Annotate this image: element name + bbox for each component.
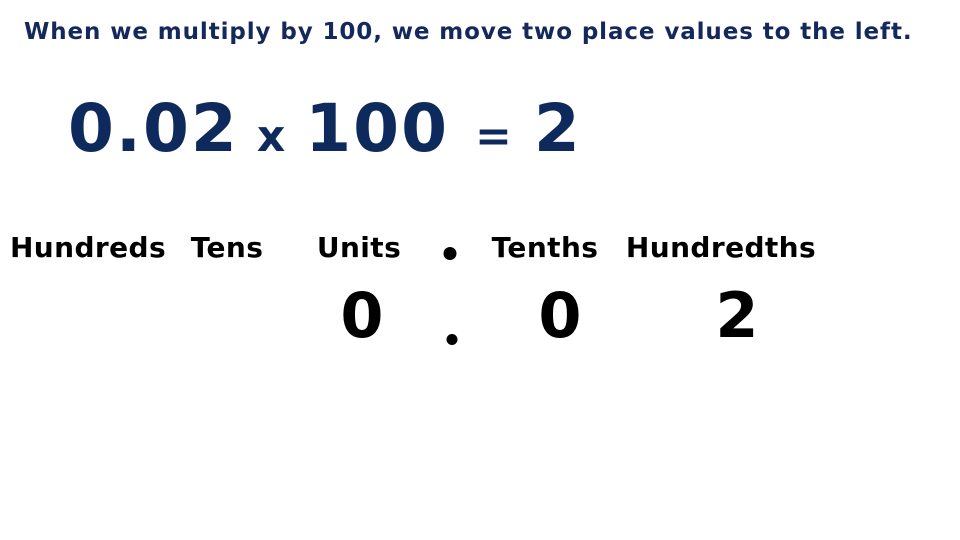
digit-tenths: 0 [538,279,582,352]
place-value-digit-row: 0 0 2 [0,280,960,360]
place-value-header-hundredths: Hundredths [625,231,817,264]
place-value-header-decimal-point-icon [443,247,457,260]
digit-units: 0 [340,279,384,352]
place-value-header-tenths: Tenths [491,231,599,264]
place-value-header-row: Hundreds Tens Units Tenths Hundredths [0,228,960,280]
instruction-heading: When we multiply by 100, we move two pla… [24,19,913,45]
equation-product: 2 [533,90,582,167]
multiplication-sign: x [256,111,286,162]
slide-canvas: When we multiply by 100, we move two pla… [0,0,960,540]
place-value-header-units: Units [316,231,402,264]
place-value-chart: Hundreds Tens Units Tenths Hundredths 0 … [0,228,960,360]
equation-multiplier: 100 [305,90,450,167]
place-value-header-hundreds: Hundreds [9,231,167,264]
digit-hundredths: 2 [715,279,759,352]
equation-line: 0.02 x 100 = 2 [68,96,582,176]
equals-sign: = [475,111,512,162]
place-value-header-tens: Tens [190,231,264,264]
equation-multiplicand: 0.02 [68,90,239,167]
digit-decimal-point-icon [446,334,458,345]
